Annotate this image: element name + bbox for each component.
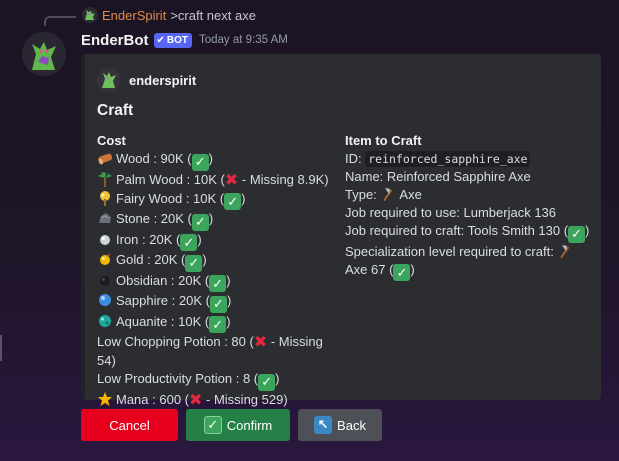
check-mark-icon: ✓ bbox=[209, 295, 227, 313]
message-header: EnderBot ✔ BOT Today at 9:35 AM bbox=[81, 30, 288, 50]
axe-icon bbox=[560, 244, 570, 258]
back-arrow-icon: ↖ bbox=[314, 416, 333, 434]
check-mark-icon: ✓ bbox=[209, 316, 227, 333]
cancel-button[interactable]: Cancel bbox=[81, 409, 178, 441]
cross-mark-icon: ✖ bbox=[253, 334, 268, 351]
stone-icon bbox=[99, 213, 111, 223]
cost-line-productivity-potion: Low Productivity Potion : 8 (✓) bbox=[97, 371, 280, 391]
star-icon bbox=[98, 391, 112, 406]
cost-line-iron: Iron : 20K (✓) bbox=[97, 231, 337, 251]
reply-spine bbox=[44, 16, 76, 26]
item-heading: Item to Craft bbox=[345, 133, 422, 148]
item-field: Item to Craft ID: reinforced_sapphire_ax… bbox=[345, 132, 595, 281]
check-mark-icon: ✓ bbox=[258, 373, 276, 391]
check-mark-icon: ✓ bbox=[209, 275, 227, 292]
verified-check-icon: ✔ bbox=[156, 34, 165, 46]
embed-author-avatar bbox=[97, 68, 121, 92]
action-buttons: Cancel ✓ Confirm ↖ Back bbox=[81, 409, 382, 441]
check-mark-icon: ✓ bbox=[568, 225, 586, 243]
reply-author[interactable]: EnderSpirit bbox=[102, 8, 166, 23]
embed-title: Craft bbox=[97, 102, 134, 119]
confirm-button[interactable]: ✓ Confirm bbox=[186, 409, 290, 441]
cost-line-obsidian: Obsidian : 20K (✓) bbox=[97, 272, 337, 292]
back-button-label: Back bbox=[337, 417, 366, 433]
reply-avatar[interactable] bbox=[82, 7, 98, 23]
check-mark-icon: ✓ bbox=[191, 153, 209, 171]
cross-mark-icon: ✖ bbox=[189, 391, 203, 409]
cost-line-palm-wood: Palm Wood : 10K (✖ - Missing 8.9K) bbox=[97, 171, 337, 190]
cost-line-stone: Stone : 20K (✓) bbox=[97, 210, 337, 231]
bot-badge-label: BOT bbox=[166, 34, 188, 46]
spec-line: Specialization level required to craft: … bbox=[345, 243, 595, 281]
wood-icon bbox=[98, 153, 113, 165]
bot-badge: ✔ BOT bbox=[153, 32, 192, 48]
confirm-button-label: Confirm bbox=[226, 417, 273, 433]
craft-embed: enderspirit Craft Cost Wood : 90K (✓) Pa… bbox=[81, 54, 601, 409]
aquanite-icon bbox=[99, 314, 111, 327]
palm-tree-icon bbox=[98, 171, 112, 187]
cancel-button-label: Cancel bbox=[109, 417, 150, 433]
cost-line-aquanite: Aquanite : 10K (✓) bbox=[97, 313, 337, 333]
check-mark-icon: ✓ bbox=[191, 213, 209, 231]
check-mark-icon: ✓ bbox=[393, 264, 411, 281]
gold-icon bbox=[100, 253, 111, 265]
check-mark-icon: ✓ bbox=[180, 234, 198, 251]
item-name-line: Name: Reinforced Sapphire Axe bbox=[345, 169, 531, 184]
sapphire-icon bbox=[99, 294, 111, 306]
check-mark-icon: ✓ bbox=[185, 254, 203, 272]
axe-icon bbox=[383, 188, 393, 202]
job-use-line: Job required to use: Lumberjack 136 bbox=[345, 205, 557, 220]
check-mark-icon: ✓ bbox=[224, 193, 242, 210]
item-id-code: reinforced_sapphire_axe bbox=[365, 151, 531, 167]
back-button[interactable]: ↖ Back bbox=[298, 409, 382, 441]
left-edge-marker bbox=[0, 335, 2, 361]
message-timestamp[interactable]: Today at 9:35 AM bbox=[199, 34, 288, 46]
cost-line-fairy-wood: Fairy Wood : 10K (✓) bbox=[97, 190, 337, 210]
cost-line-chopping-potion: Low Chopping Potion : 80 (✖ - Missing 54… bbox=[97, 334, 323, 368]
cost-line-mana: Mana : 600 (✖ - Missing 529) bbox=[97, 391, 337, 410]
fairy-wood-icon bbox=[100, 190, 110, 206]
bot-name[interactable]: EnderBot bbox=[81, 32, 149, 49]
check-mark-icon: ✓ bbox=[203, 416, 222, 434]
cost-heading: Cost bbox=[97, 133, 126, 148]
cost-line-sapphire: Sapphire : 20K (✓) bbox=[97, 292, 337, 313]
embed-author: enderspirit bbox=[97, 68, 196, 92]
cross-mark-icon: ✖ bbox=[224, 171, 239, 189]
item-type-line: Type: Axe bbox=[345, 187, 422, 202]
item-id-line: ID: reinforced_sapphire_axe bbox=[345, 150, 595, 168]
bot-avatar[interactable] bbox=[22, 32, 66, 76]
iron-icon bbox=[100, 234, 110, 245]
embed-author-name: enderspirit bbox=[129, 72, 197, 88]
cost-line-gold: Gold : 20K (✓) bbox=[97, 251, 337, 272]
cost-line-wood: Wood : 90K (✓) bbox=[97, 150, 337, 171]
reply-preview[interactable]: EnderSpirit >craft next axe bbox=[82, 6, 256, 24]
job-craft-line: Job required to craft: Tools Smith 130 (… bbox=[345, 223, 590, 243]
cost-field: Cost Wood : 90K (✓) Palm Wood : 10K (✖ -… bbox=[97, 132, 337, 410]
obsidian-icon bbox=[100, 275, 110, 286]
reply-text[interactable]: >craft next axe bbox=[170, 8, 256, 23]
